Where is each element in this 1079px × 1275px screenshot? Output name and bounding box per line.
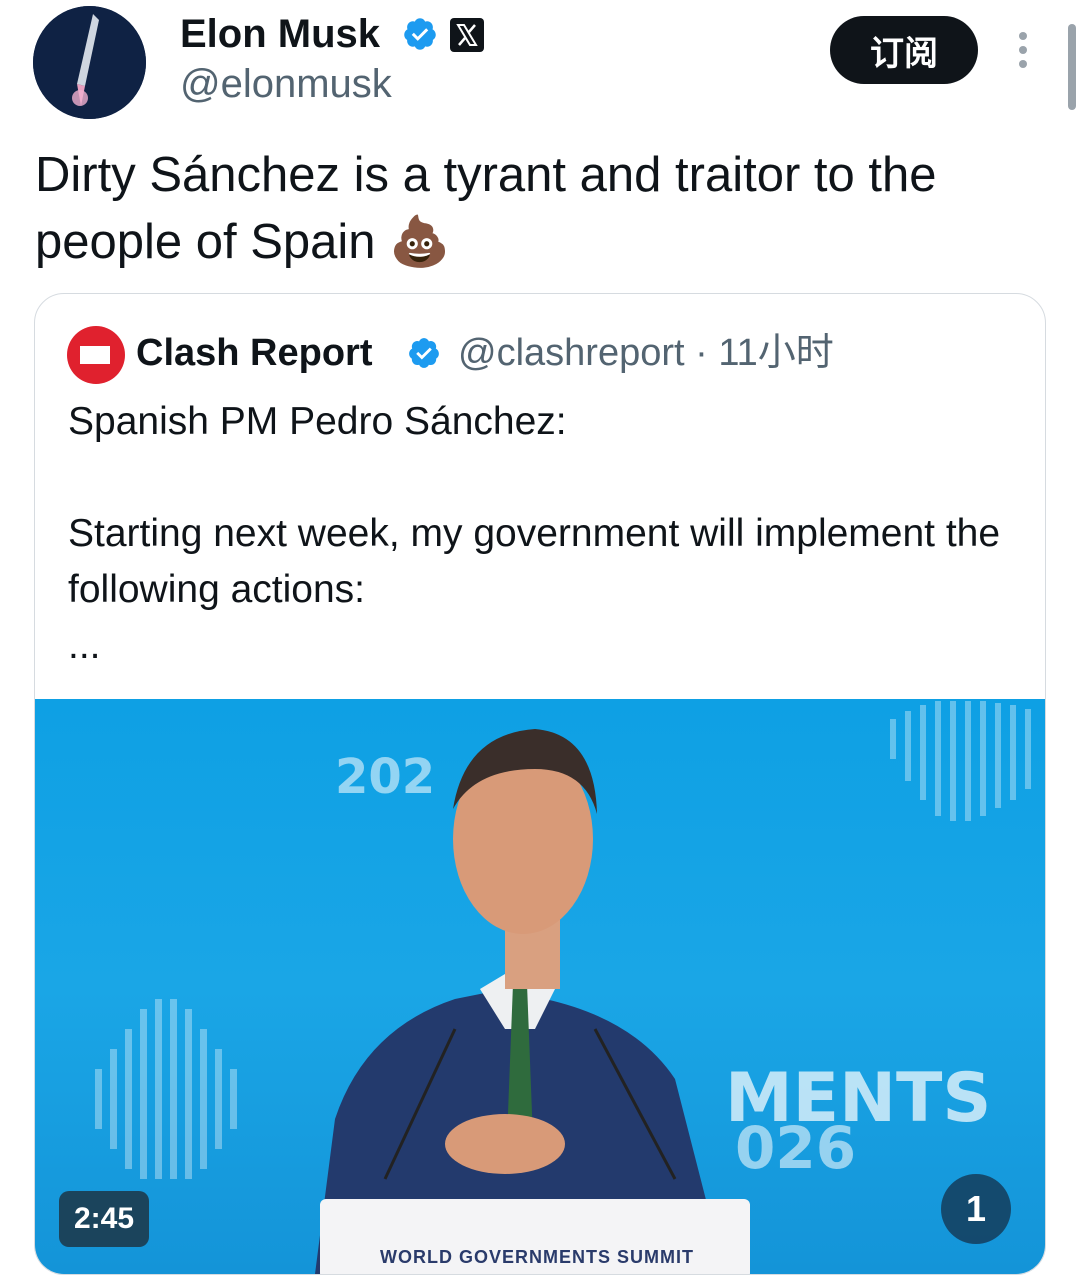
video-frame [95,701,1031,1274]
subscribe-button[interactable]: 订阅 [830,16,978,84]
quoted-timestamp[interactable]: 11小时 [718,332,833,374]
x-affiliation-icon [450,18,484,52]
podium-label: WORLD GOVERNMENTS SUMMIT [380,1247,694,1267]
verified-badge-icon [404,18,436,50]
quoted-author-name[interactable]: Clash Report [136,330,372,376]
verified-badge-icon [409,338,439,368]
author-avatar[interactable] [33,6,146,119]
author-name[interactable]: Elon Musk [180,10,380,58]
video-player[interactable]: 202 MENTS 026 WORLD GOVERNMENTS SUMMIT 2… [35,699,1045,1274]
quoted-text-paragraph: Starting next week, my government will i… [68,512,1001,611]
background-year-text: 202 [335,749,436,805]
quoted-text: Spanish PM Pedro Sánchez: Starting next … [68,394,1008,674]
quoted-text-ellipsis: ... [68,624,101,667]
quoted-tweet-card[interactable]: Clash Report @clashreport · 11小时 Spanish… [34,293,1046,1275]
tweet-text: Dirty Sánchez is a tyrant and traitor to… [35,148,937,269]
rocket-launch-image [33,6,146,119]
quoted-text-line: Spanish PM Pedro Sánchez: [68,400,567,443]
author-handle[interactable]: @elonmusk [180,60,392,108]
meta-separator: · [695,332,708,374]
clash-report-logo-icon [80,346,110,364]
scrollbar[interactable] [1068,24,1076,110]
more-options-icon[interactable] [1010,30,1036,70]
video-duration: 2:45 [59,1191,149,1247]
media-page-indicator[interactable]: 1 [941,1174,1011,1244]
clash-report-avatar[interactable] [67,326,125,384]
quoted-meta: @clashreport · 11小时 [458,330,834,376]
background-2026-text: 026 [735,1114,857,1182]
quoted-author-handle[interactable]: @clashreport [458,332,685,374]
